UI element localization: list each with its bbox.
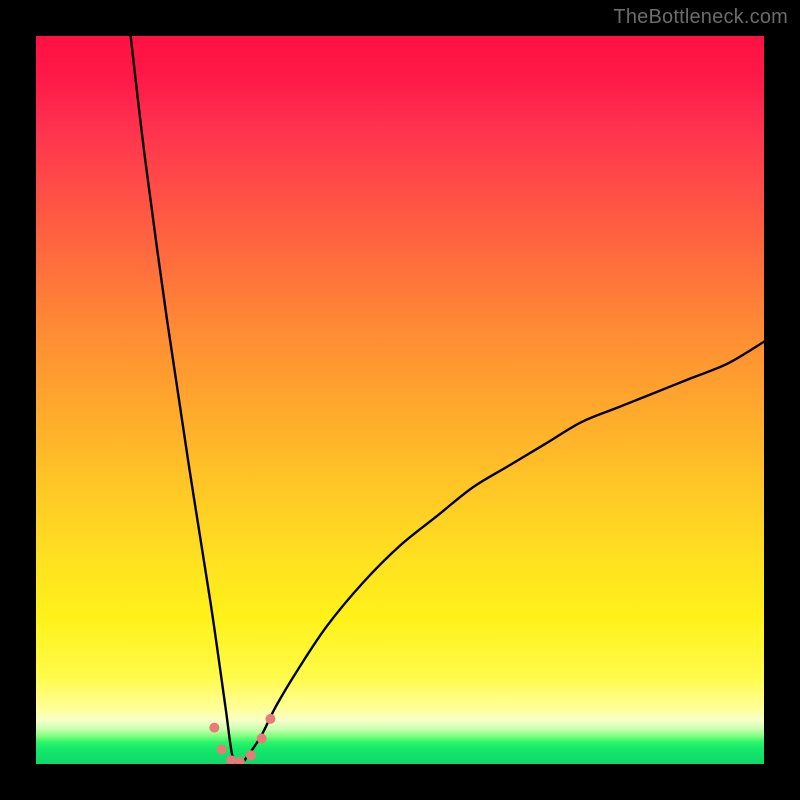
curve-marker [226, 755, 236, 764]
curve-marker [246, 750, 256, 760]
curve-markers [209, 714, 275, 764]
curve-marker [217, 744, 227, 754]
watermark-text: TheBottleneck.com [613, 6, 788, 29]
curve-marker [265, 714, 275, 724]
bottleneck-curve [131, 36, 764, 764]
plot-area [36, 36, 764, 764]
curve-marker [235, 757, 245, 764]
curve-marker [257, 734, 267, 744]
outer-frame: TheBottleneck.com [0, 0, 800, 800]
curve-marker [209, 723, 219, 733]
curve-svg [36, 36, 764, 764]
